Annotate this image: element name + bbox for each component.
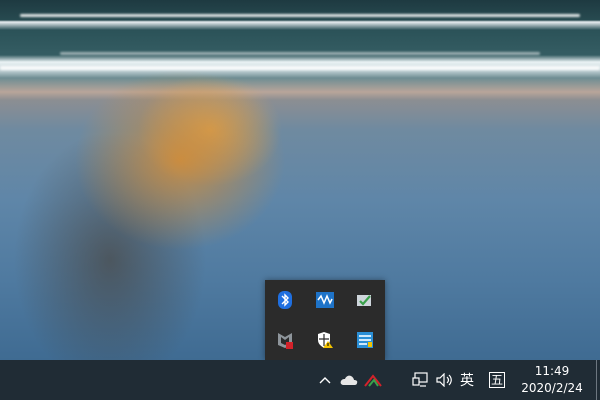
arrow-app-icon [364,374,382,387]
speaker-icon [436,373,452,387]
bluetooth-icon [278,291,292,309]
app-manager-icon [357,332,373,348]
bluetooth-tray-item[interactable] [265,280,305,320]
mcafee-tray-item[interactable] [265,320,305,360]
network-monitor-icon [316,292,334,308]
mcafee-icon [278,333,293,349]
network-monitor-tray-item[interactable] [305,280,345,320]
clock[interactable]: 11:49 2020/2/24 [520,360,584,400]
show-hidden-icons-button[interactable] [316,360,334,400]
ime-mode-button[interactable]: 五 [486,360,508,400]
taskbar: 英 五 11:49 2020/2/24 [0,360,600,400]
wave-line [0,66,600,70]
input-language-button[interactable]: 英 [456,360,478,400]
windows-security-tray-item[interactable] [305,320,345,360]
clock-time: 11:49 [534,364,570,378]
chevron-up-icon [319,377,331,384]
app-tray-item[interactable] [362,360,384,400]
wave-line [20,14,580,17]
shield-check-icon [357,295,371,306]
onedrive-tray-item[interactable] [338,360,360,400]
clock-date: 2020/2/24 [521,381,583,395]
input-language-label: 英 [460,373,474,389]
ime-mode-label: 五 [488,372,505,388]
shield-check-tray-item[interactable] [345,280,385,320]
volume-button[interactable] [434,360,456,400]
app-manager-tray-item[interactable] [345,320,385,360]
network-button[interactable] [410,360,432,400]
tray-overflow-popup [265,280,385,360]
windows-security-warning-icon [318,332,333,348]
network-icon [412,372,428,387]
onedrive-cloud-icon [340,375,358,385]
show-desktop-button[interactable] [596,360,600,400]
wave-line [60,52,540,55]
